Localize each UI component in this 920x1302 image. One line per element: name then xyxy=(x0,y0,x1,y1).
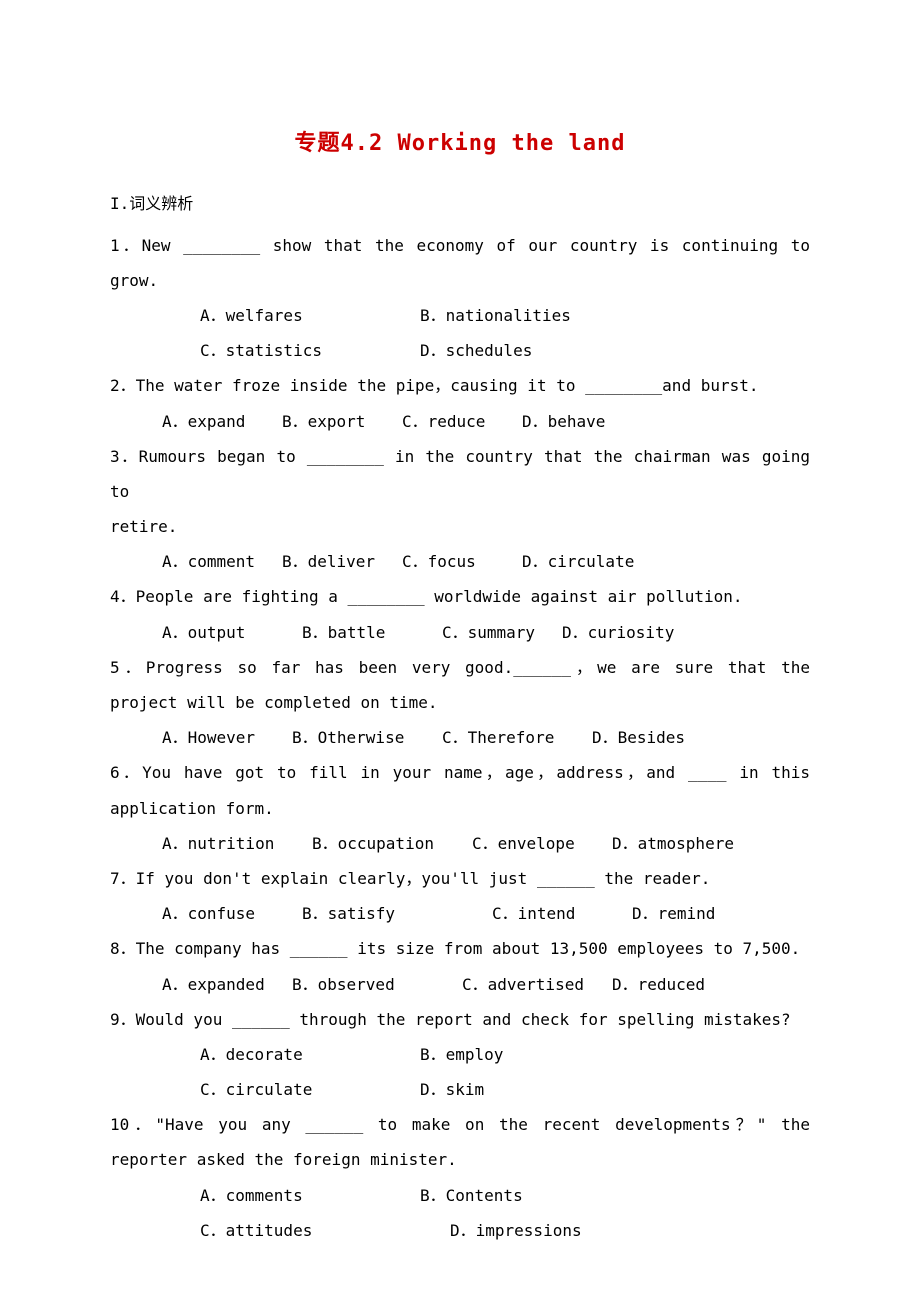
q2-option-b: B．export xyxy=(282,404,402,439)
q7-option-a: A．confuse xyxy=(162,896,302,931)
q9-option-d: D．skim xyxy=(420,1072,484,1107)
q7-option-c: C．intend xyxy=(492,896,632,931)
section-heading: I.词义辨析 xyxy=(110,186,810,221)
q4-option-b: B．battle xyxy=(302,615,442,650)
question-3-line1: 3．Rumours began to ________ in the count… xyxy=(110,439,810,509)
q6-option-b: B．occupation xyxy=(312,826,472,861)
q1-option-b: B．nationalities xyxy=(420,298,571,333)
question-7: 7．If you don't explain clearly，you'll ju… xyxy=(110,861,810,896)
question-8: 8．The company has ______ its size from a… xyxy=(110,931,810,966)
q10-option-b: B．Contents xyxy=(420,1178,523,1213)
q7-option-b: B．satisfy xyxy=(302,896,492,931)
question-4: 4．People are fighting a ________ worldwi… xyxy=(110,579,810,614)
q3-option-c: C．focus xyxy=(402,544,522,579)
q5-option-c: C．Therefore xyxy=(442,720,592,755)
q6-option-a: A．nutrition xyxy=(162,826,312,861)
q10-option-d: D．impressions xyxy=(450,1213,582,1248)
q9-option-a: A．decorate xyxy=(200,1037,420,1072)
question-9: 9．Would you ______ through the report an… xyxy=(110,1002,810,1037)
q4-option-c: C．summary xyxy=(442,615,562,650)
q4-option-d: D．curiosity xyxy=(562,615,674,650)
q5-option-a: A．However xyxy=(162,720,292,755)
page-title: 专题4.2 Working the land xyxy=(110,120,810,168)
q3-option-d: D．circulate xyxy=(522,544,634,579)
q8-option-d: D．reduced xyxy=(612,967,705,1002)
question-2: 2．The water froze inside the pipe，causin… xyxy=(110,368,810,403)
q1-option-d: D．schedules xyxy=(420,333,532,368)
q5-option-b: B．Otherwise xyxy=(292,720,442,755)
q10-option-c: C．attitudes xyxy=(200,1213,450,1248)
question-6: 6．You have got to fill in your name，age，… xyxy=(110,755,810,825)
q1-option-a: A．welfares xyxy=(200,298,420,333)
q8-option-a: A．expanded xyxy=(162,967,292,1002)
q3-option-b: B．deliver xyxy=(282,544,402,579)
q5-option-d: D．Besides xyxy=(592,720,685,755)
question-5: 5．Progress so far has been very good.___… xyxy=(110,650,810,720)
q8-option-c: C．advertised xyxy=(462,967,612,1002)
q7-option-d: D．remind xyxy=(632,896,715,931)
question-3-line2: retire. xyxy=(110,509,810,544)
question-10: 10．"Have you any ______ to make on the r… xyxy=(110,1107,810,1177)
q9-option-c: C．circulate xyxy=(200,1072,420,1107)
q1-option-c: C．statistics xyxy=(200,333,420,368)
q2-option-c: C．reduce xyxy=(402,404,522,439)
q2-option-a: A．expand xyxy=(162,404,282,439)
q4-option-a: A．output xyxy=(162,615,302,650)
question-1: 1．New ________ show that the economy of … xyxy=(110,228,810,298)
q6-option-d: D．atmosphere xyxy=(612,826,734,861)
q9-option-b: B．employ xyxy=(420,1037,503,1072)
q3-option-a: A．comment xyxy=(162,544,282,579)
q8-option-b: B．observed xyxy=(292,967,462,1002)
q10-option-a: A．comments xyxy=(200,1178,420,1213)
q2-option-d: D．behave xyxy=(522,404,605,439)
q6-option-c: C．envelope xyxy=(472,826,612,861)
